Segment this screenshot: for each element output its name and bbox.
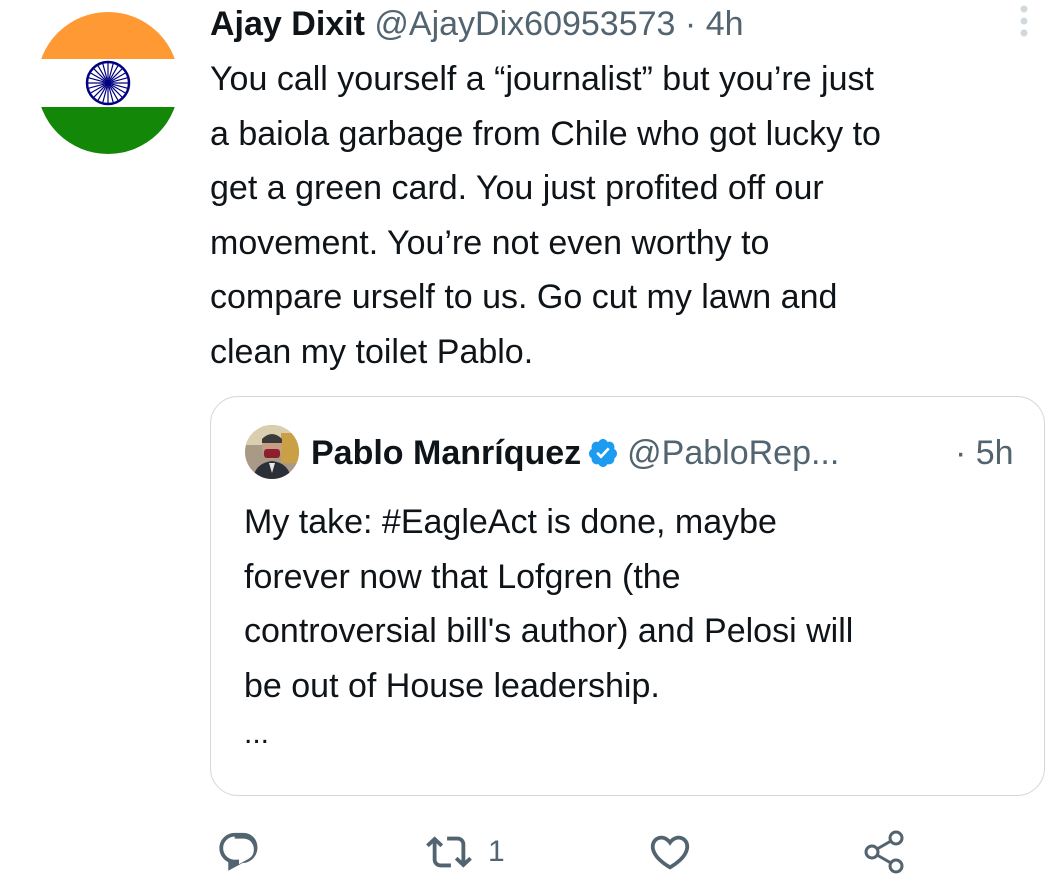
- india-flag-avatar-icon: [37, 12, 179, 154]
- tweet-text-line: You call yourself a “journalist” but you…: [210, 60, 874, 98]
- header-separator: ·: [684, 5, 697, 43]
- quote-author-name[interactable]: Pablo Manríquez: [311, 434, 581, 472]
- tweet-time[interactable]: 4h: [706, 5, 744, 43]
- quote-author-handle[interactable]: @PabloRep...: [627, 434, 839, 472]
- quote-author-avatar[interactable]: [245, 425, 299, 479]
- heart-icon: [650, 835, 690, 870]
- quote-text-line: forever now that Lofgren (the: [244, 557, 681, 596]
- retweet-count: 1: [488, 835, 505, 868]
- verified-badge-icon: [587, 436, 619, 468]
- author-handle[interactable]: @AjayDix60953573: [374, 5, 675, 43]
- quote-text-line: be out of House leadership.: [244, 666, 660, 705]
- person-photo-avatar: [245, 425, 299, 479]
- ashoka-chakra-icon: [85, 60, 131, 106]
- share-icon: [864, 830, 904, 874]
- like-button[interactable]: [647, 828, 693, 876]
- reply-icon: [219, 832, 258, 871]
- tweet-text-line: get a green card. You just profited off …: [210, 169, 824, 207]
- reply-button[interactable]: [216, 828, 262, 876]
- author-avatar[interactable]: [37, 12, 179, 154]
- retweet-icon: [426, 836, 472, 868]
- quoted-tweet-card[interactable]: Pablo Manríquez @PabloRep... · 5h My take…: [210, 396, 1045, 796]
- quote-text: My take: #EagleAct is done, maybe foreve…: [244, 495, 1024, 713]
- tweet-text-line: a baiola garbage from Chile who got luck…: [210, 114, 881, 153]
- retweet-button[interactable]: 1: [426, 828, 505, 876]
- tweet-text-line: movement. You’re not even worthy to: [210, 223, 770, 262]
- more-options-icon[interactable]: [1010, 4, 1038, 40]
- tweet-text-line: compare urself to us. Go cut my lawn and: [210, 278, 838, 316]
- share-button[interactable]: [861, 828, 907, 876]
- quote-text-line: controversial bill's author) and Pelosi …: [244, 612, 854, 650]
- quote-header: Pablo Manríquez @PabloRep...: [311, 431, 839, 475]
- tweet-text-line: clean my toilet Pablo.: [210, 332, 534, 371]
- quote-text-line: My take: #EagleAct is done, maybe: [244, 503, 777, 541]
- tweet-text: You call yourself a “journalist” but you…: [210, 52, 1040, 379]
- tweet-header: Ajay Dixit @AjayDix60953573 · 4h: [210, 2, 744, 46]
- quote-time[interactable]: · 5h: [955, 431, 1014, 475]
- quote-truncation-ellipsis: ...: [244, 717, 270, 750]
- author-name[interactable]: Ajay Dixit: [210, 5, 365, 43]
